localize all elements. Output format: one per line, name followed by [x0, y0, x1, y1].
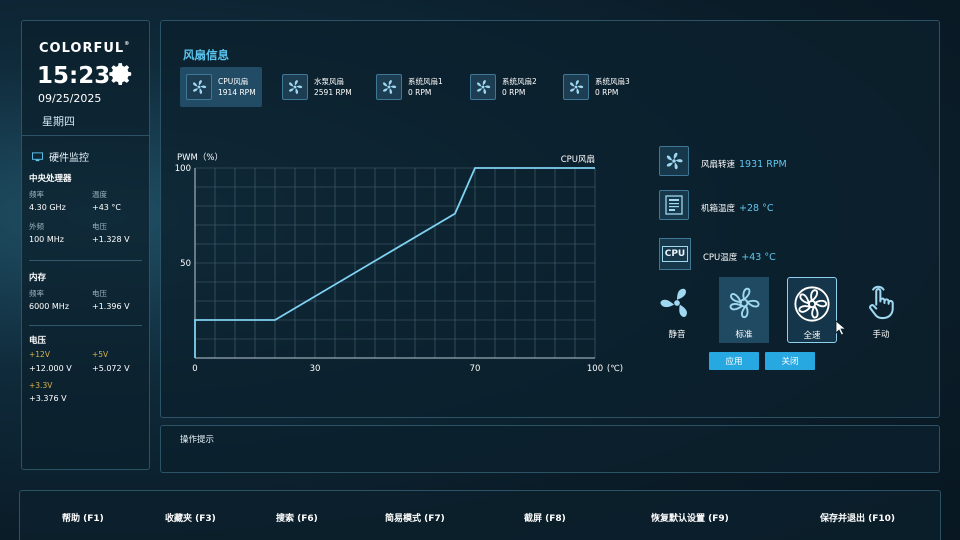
- easy-mode-button[interactable]: 简易模式 (F7): [385, 511, 445, 524]
- cpu-volt-label: 电压: [92, 222, 107, 231]
- brand-logo: COLORFUL®: [39, 41, 131, 56]
- voltage-group-title: 电压: [29, 336, 47, 346]
- system-info-panel: COLORFUL® 15:23 09/25/2025 星期四 硬件监控 中央处理…: [21, 20, 150, 470]
- cpu-ext-label: 外频: [29, 222, 44, 231]
- x-tick-label: 100: [587, 364, 603, 374]
- fan-speed-row: 风扇转速 1931 RPM: [659, 146, 787, 176]
- cpu-temp-row: CPU CPU温度 +43 °C: [659, 238, 776, 270]
- fan-icon: [659, 146, 689, 176]
- y-axis-label: PWM（%）: [177, 152, 223, 163]
- save-exit-button[interactable]: 保存并退出 (F10): [820, 511, 895, 524]
- mode-standard[interactable]: 标准: [719, 277, 769, 343]
- fan-standard-icon: [729, 287, 760, 319]
- v5-label: +5V: [92, 350, 109, 359]
- divider: [29, 260, 142, 261]
- close-button[interactable]: 关闭: [765, 352, 815, 370]
- fan-silent-icon: [660, 288, 687, 317]
- fan-speed-value: 1931 RPM: [739, 158, 787, 170]
- cpu-temp-value: +43 °C: [741, 251, 776, 263]
- fan-tab-sys2[interactable]: 系统风扇2 0 RPM: [464, 67, 543, 107]
- fan-control-panel: 风扇信息 CPU风扇 1914 RPM 水泵风扇 2591 RPM 系统风扇1 0 R…: [160, 20, 940, 418]
- cpu-freq-value: 4.30 GHz: [29, 203, 66, 212]
- mode-manual[interactable]: 手动: [856, 277, 906, 343]
- cpu-ext-value: 100 MHz: [29, 235, 64, 244]
- case-temp-value: +28 °C: [739, 202, 774, 214]
- screenshot-button[interactable]: 截屏 (F8): [524, 511, 566, 524]
- operation-hint-label: 操作提示: [180, 435, 215, 445]
- mode-silent[interactable]: 静音: [652, 277, 702, 343]
- cpu-temp-label: 温度: [92, 190, 107, 199]
- fan-tab-cpu[interactable]: CPU风扇 1914 RPM: [180, 67, 262, 107]
- v33-label: +3.3V: [29, 381, 53, 390]
- v12-value: +12.000 V: [29, 364, 72, 373]
- y-tick-label: 100: [175, 164, 191, 174]
- x-tick-label: 30: [310, 364, 321, 374]
- fan-tab-pump[interactable]: 水泵风扇 2591 RPM: [276, 67, 358, 107]
- cpu-freq-label: 频率: [29, 190, 44, 199]
- cpu-group-title: 中央处理器: [29, 174, 72, 184]
- hardware-monitor-title: 硬件监控: [32, 149, 89, 164]
- fan-icon: [282, 74, 308, 100]
- y-tick-label: 50: [180, 259, 191, 269]
- memory-volt-value: +1.396 V: [92, 302, 130, 311]
- clock-weekday: 星期四: [42, 115, 75, 128]
- case-temp-row: 机箱温度 +28 °C: [659, 190, 773, 220]
- x-tick-label: 70: [470, 364, 481, 374]
- hand-pointer-icon: [869, 285, 894, 320]
- search-button[interactable]: 搜索 (F6): [276, 511, 318, 524]
- v33-value: +3.376 V: [29, 394, 67, 403]
- fan-icon: [186, 74, 212, 100]
- chassis-icon: [659, 190, 689, 220]
- v12-label: +12V: [29, 350, 50, 359]
- monitor-icon: [32, 151, 43, 161]
- load-defaults-button[interactable]: 恢复默认设置 (F9): [651, 511, 729, 524]
- clock-date: 09/25/2025: [38, 92, 102, 105]
- memory-volt-label: 电压: [92, 289, 107, 298]
- clock-time: 15:23: [37, 63, 111, 89]
- settings-gear-icon[interactable]: [108, 61, 134, 87]
- cpu-temp-value: +43 °C: [92, 203, 122, 212]
- cpu-volt-value: +1.328 V: [92, 235, 130, 244]
- fan-curve-chart[interactable]: PWM（%） CPU风扇 50 100 0 30 70 100 (℃): [171, 146, 631, 376]
- fan-tab-sys3[interactable]: 系统风扇3 0 RPM: [557, 67, 636, 107]
- fan-icon: [470, 74, 496, 100]
- help-button[interactable]: 帮助 (F1): [62, 511, 104, 524]
- function-key-bar: 帮助 (F1) 收藏夹 (F3) 搜索 (F6) 简易模式 (F7) 截屏 (F…: [19, 490, 941, 540]
- fan-tab-sys1[interactable]: 系统风扇1 0 RPM: [370, 67, 449, 107]
- operation-hint-panel: 操作提示: [160, 425, 940, 473]
- fan-icon: [376, 74, 402, 100]
- apply-button[interactable]: 应用: [709, 352, 759, 370]
- cpu-chip-icon: CPU: [659, 238, 691, 270]
- series-label: CPU风扇: [561, 154, 595, 165]
- x-unit-label: (℃): [607, 364, 623, 374]
- mode-full-speed[interactable]: 全速: [787, 277, 837, 343]
- mouse-cursor-icon: [835, 320, 847, 336]
- fan-icon: [563, 74, 589, 100]
- memory-freq-value: 6000 MHz: [29, 302, 70, 311]
- divider: [29, 325, 142, 326]
- x-tick-label: 0: [192, 364, 197, 374]
- memory-freq-label: 频率: [29, 289, 44, 298]
- favorites-button[interactable]: 收藏夹 (F3): [165, 511, 216, 524]
- fan-full-speed-icon: [794, 286, 830, 322]
- divider: [22, 135, 149, 136]
- memory-group-title: 内存: [29, 273, 47, 283]
- v5-value: +5.072 V: [92, 364, 130, 373]
- fan-info-title: 风扇信息: [183, 48, 229, 62]
